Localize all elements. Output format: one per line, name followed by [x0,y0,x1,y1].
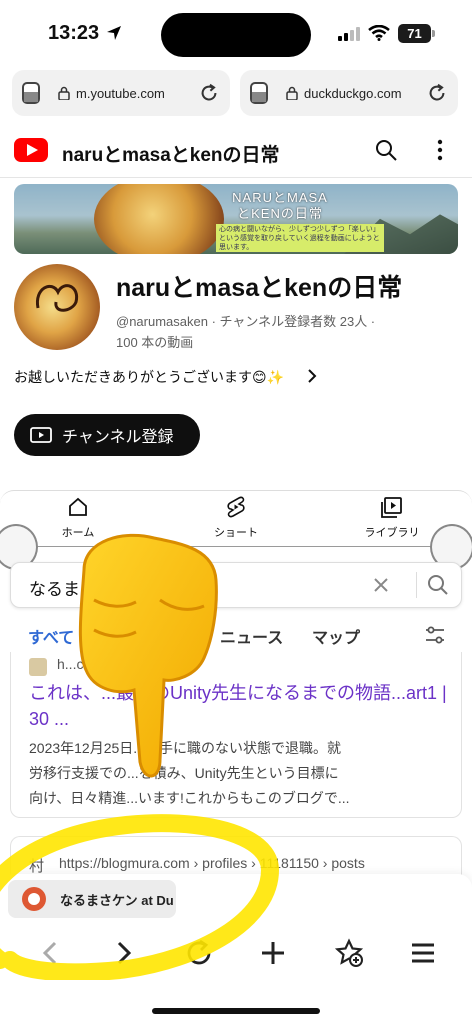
screen: 13:23 71 m.youtube.com duckduckgo.com na… [0,0,472,1024]
channel-name: naruとmasaとkenの日常 [116,274,403,302]
channel-banner: NARUとMASA とKENの日常 心の病と闘いながら、少しずつ少しずつ「楽しい… [14,184,458,254]
chevron-right-icon[interactable] [306,367,318,385]
signal-icon [338,27,360,41]
shorts-icon [227,496,245,518]
lock-icon [58,86,70,100]
battery-level: 71 [398,24,431,43]
tab-url-youtube[interactable]: m.youtube.com [76,86,198,101]
browser-tab-strip: m.youtube.com duckduckgo.com [0,68,472,124]
browser-tab-youtube[interactable]: m.youtube.com [12,70,230,116]
site-favicon [29,658,47,676]
banner-title: NARUとMASA とKENの日常 [232,190,328,221]
search-icon[interactable] [427,574,449,596]
browser-tab-duckduckgo[interactable]: duckduckgo.com [240,70,458,116]
menu-icon[interactable] [408,938,438,968]
reload-icon[interactable] [426,82,448,104]
more-vert-icon[interactable] [436,138,444,162]
wifi-icon [368,25,390,41]
reload-icon[interactable] [198,82,220,104]
home-icon [69,497,87,516]
home-indicator [152,1008,320,1014]
channel-video-count: 100 本の動画 [116,335,194,350]
tab-maps[interactable]: マップ [312,624,360,648]
lock-icon [286,86,298,100]
youtube-logo-icon[interactable] [14,138,48,162]
channel-handle: @narumasaken · チャンネル登録者数 23人 · [116,314,376,329]
youtube-header: naruとmasaとkenの日常 [0,126,472,178]
banner-note: 心の病と闘いながら、少しずつ少しずつ「楽しい」という感覚を取り戻していく過程を動… [216,224,384,252]
highlight-circle-annotation [0,814,280,980]
battery-icon: 71 [398,24,436,43]
nav-library[interactable]: ライブラリ [342,496,442,540]
clear-icon[interactable] [371,575,391,595]
filter-icon[interactable] [424,624,446,646]
search-icon[interactable] [374,138,398,162]
subscriptions-icon [30,427,52,443]
pointing-hand-emoji [78,533,218,778]
tab-switcher-icon[interactable] [22,82,40,104]
subscribe-label: チャンネル登録 [62,429,174,446]
channel-avatar[interactable] [14,264,100,350]
location-arrow-icon [107,26,121,40]
tab-switcher-icon[interactable] [250,82,268,104]
library-icon [381,497,402,518]
status-bar: 13:23 71 [0,0,472,66]
youtube-header-title: naruとmasaとkenの日常 [62,145,280,166]
banner-photo [94,184,224,254]
tab-url-duckduckgo[interactable]: duckduckgo.com [304,86,426,101]
status-time: 13:23 [48,22,100,44]
bookmark-star-icon[interactable] [334,938,364,968]
channel-description[interactable]: お越しいただきありがとうございます😊✨ [14,367,284,387]
dynamic-island [161,13,311,57]
subscribe-button[interactable]: チャンネル登録 [14,414,200,456]
